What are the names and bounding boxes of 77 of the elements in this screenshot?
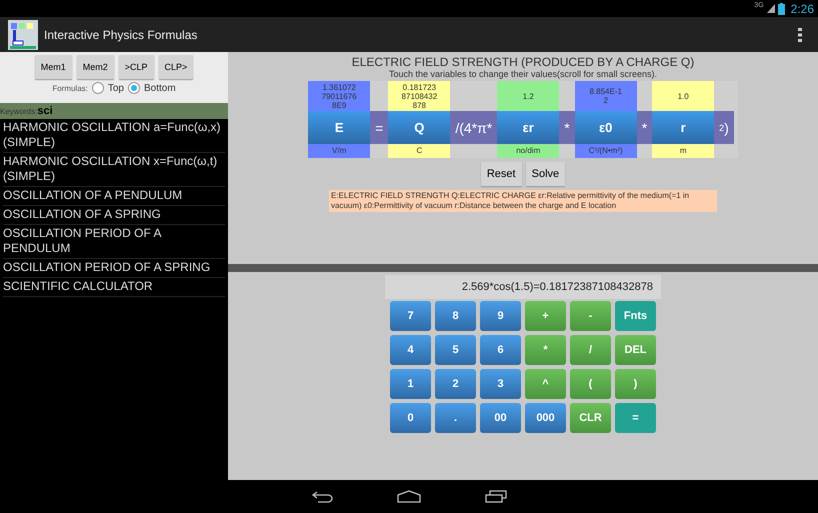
calculator-key[interactable]: + <box>525 301 566 331</box>
calculator-key[interactable]: / <box>570 335 611 365</box>
variable-symbol[interactable]: E <box>308 111 370 144</box>
formula-title: ELECTRIC FIELD STRENGTH (PRODUCED BY A CHARGE Q) <box>352 55 694 69</box>
calculator-key[interactable]: 000 <box>525 403 566 433</box>
recent-apps-icon[interactable] <box>485 490 507 503</box>
variable-unit: C <box>388 144 450 158</box>
variable-value[interactable]: 0.181723 87108432 878 <box>388 81 450 111</box>
formulas-label: Formulas: <box>52 84 88 92</box>
variable-value[interactable]: 1.361072 79011676 8E9 <box>308 81 370 111</box>
calculator-key[interactable]: 5 <box>435 335 476 365</box>
calculator-key[interactable]: 0 <box>390 403 431 433</box>
calculator-display: 2.569*cos(1.5)=0.18172387108432878 <box>385 275 661 299</box>
formula-operator: * <box>636 111 652 144</box>
calculator-key[interactable]: 3 <box>480 369 521 399</box>
calculator-key[interactable]: 1 <box>390 369 431 399</box>
calculator-key[interactable]: 8 <box>435 301 476 331</box>
app-title: Interactive Physics Formulas <box>44 28 198 42</box>
variable-symbol[interactable]: ε0 <box>574 111 637 144</box>
variable-value[interactable]: 8.854E-1 2 <box>574 81 637 111</box>
formula-operator: /(4*π* <box>450 111 498 144</box>
formula-hint: Touch the variables to change their values(scroll for small screens). <box>388 69 658 79</box>
variable-unit: C²/(N•m²) <box>574 144 637 158</box>
memory-button[interactable]: CLP> <box>158 55 194 79</box>
back-icon[interactable] <box>311 490 333 502</box>
keywords-field[interactable]: sci <box>37 105 53 117</box>
home-icon[interactable] <box>397 490 421 503</box>
calculator-key[interactable]: 4 <box>390 335 431 365</box>
memory-button[interactable]: Mem1 <box>34 55 72 79</box>
formula-list-item[interactable]: OSCILLATION PERIOD OF A SPRING <box>3 259 225 278</box>
calculator-key[interactable]: ) <box>615 369 656 399</box>
memory-button[interactable]: >CLP <box>118 55 154 79</box>
calculator-key[interactable]: ^ <box>525 369 566 399</box>
radio-label[interactable]: Bottom <box>144 82 176 94</box>
battery-icon <box>778 2 785 14</box>
calculator-key[interactable]: 9 <box>480 301 521 331</box>
formula-list-item[interactable]: OSCILLATION OF A SPRING <box>3 206 225 225</box>
formula-list-item[interactable]: HARMONIC OSCILLATION x=Func(ω,t) (SIMPLE) <box>3 153 225 187</box>
radio-button[interactable] <box>92 82 104 94</box>
variable-unit: V/m <box>308 144 370 158</box>
calculator-key[interactable]: - <box>570 301 611 331</box>
variable-symbol[interactable]: Q <box>388 111 450 144</box>
variable-unit: no/dim <box>497 144 560 158</box>
formula-list-item[interactable]: OSCILLATION OF A PENDULUM <box>3 187 225 206</box>
calculator-key[interactable]: 6 <box>480 335 521 365</box>
memory-button[interactable]: Mem2 <box>76 55 114 79</box>
calculator-key[interactable]: 00 <box>480 403 521 433</box>
formula-operator: $^{2}$) <box>714 111 734 144</box>
formula-list-item[interactable]: OSCILLATION PERIOD OF A PENDULUM <box>3 225 225 259</box>
calculator-key[interactable]: Fnts <box>615 301 656 331</box>
variable-symbol[interactable]: r <box>652 111 714 144</box>
action-button[interactable]: Solve <box>526 162 566 186</box>
calculator-key[interactable]: 7 <box>390 301 431 331</box>
calculator-key[interactable]: . <box>435 403 476 433</box>
signal-icon <box>766 4 775 13</box>
variable-unit: m <box>652 144 714 158</box>
variable-symbol[interactable]: εr <box>497 111 560 144</box>
keywords-label: Keywords: <box>0 106 38 116</box>
action-button[interactable]: Reset <box>480 162 522 186</box>
overflow-menu-icon[interactable] <box>798 28 802 42</box>
calculator-key[interactable]: ( <box>570 369 611 399</box>
calculator-key[interactable]: * <box>525 335 566 365</box>
calculator-key[interactable]: DEL <box>615 335 656 365</box>
calculator-key[interactable]: 2 <box>435 369 476 399</box>
calculator-key[interactable]: CLR <box>570 403 611 433</box>
formula-operator: = <box>370 111 388 144</box>
formula-list-item[interactable]: SCIENTIFIC CALCULATOR <box>3 278 225 297</box>
variable-value[interactable]: 1.2 <box>497 81 560 111</box>
radio-button[interactable] <box>128 82 140 94</box>
formula-list-item[interactable]: HARMONIC OSCILLATION a=Func(ω,x) (SIMPLE) <box>3 119 225 153</box>
clock: 2:26 <box>790 2 814 16</box>
formula-operator: * <box>559 111 575 144</box>
variable-value[interactable]: 1.0 <box>652 81 714 111</box>
radio-label[interactable]: Top <box>108 82 124 94</box>
calculator-key[interactable]: = <box>615 403 656 433</box>
app-logo-icon <box>8 20 38 50</box>
variable-description: E:ELECTRIC FIELD STRENGTH Q:ELECTRIC CHARGE εr:Relative permittivity of the medium(=1 in vacuum) ε0:Permittivity of vacuum r:Distance between the charge and E location <box>329 190 717 212</box>
